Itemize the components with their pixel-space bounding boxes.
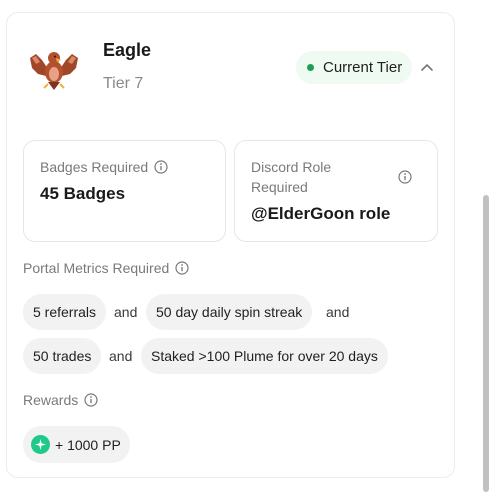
rewards-label: Rewards [23,392,79,408]
and-connector: and [109,348,133,364]
badges-required-value: 45 Badges [40,184,126,203]
current-tier-label: Current Tier [323,59,403,76]
badges-required-header: Badges Required [40,157,168,177]
eagle-icon [30,52,78,90]
portal-metrics-header: Portal Metrics Required [23,260,189,276]
discord-role-box: Discord Role Required @ElderGoon role [234,140,438,242]
info-icon[interactable] [398,170,412,184]
reward-pill: + 1000 PP [23,426,130,463]
metric-pill: 50 day daily spin streak [146,294,313,330]
scrollbar-thumb[interactable] [483,195,489,492]
portal-metrics-label: Portal Metrics Required [23,260,170,276]
tier-name: Eagle [103,40,152,60]
discord-role-label-line2: Required [251,179,308,195]
reward-amount: + 1000 PP [55,436,121,453]
info-icon[interactable] [175,261,189,275]
discord-role-label-line1: Discord Role [251,159,332,175]
and-connector: and [114,304,138,320]
discord-role-label: Discord Role Required [251,157,331,197]
metric-pill: Staked >100 Plume for over 20 days [141,338,388,374]
info-icon[interactable] [84,393,98,407]
metric-pill: 50 trades [23,338,102,374]
discord-role-value: @ElderGoon role [251,204,391,223]
status-dot-icon [307,64,314,71]
badges-required-label: Badges Required [40,159,149,175]
tier-level: Tier 7 [103,75,144,92]
metric-pill: 5 referrals [23,294,107,330]
current-tier-badge: Current Tier [296,51,413,84]
pp-icon [31,435,50,454]
and-connector: and [326,304,350,320]
rewards-header: Rewards [23,392,98,408]
chevron-up-icon[interactable] [418,58,436,76]
info-icon[interactable] [154,160,168,174]
badges-required-box: Badges Required 45 Badges [23,140,226,242]
